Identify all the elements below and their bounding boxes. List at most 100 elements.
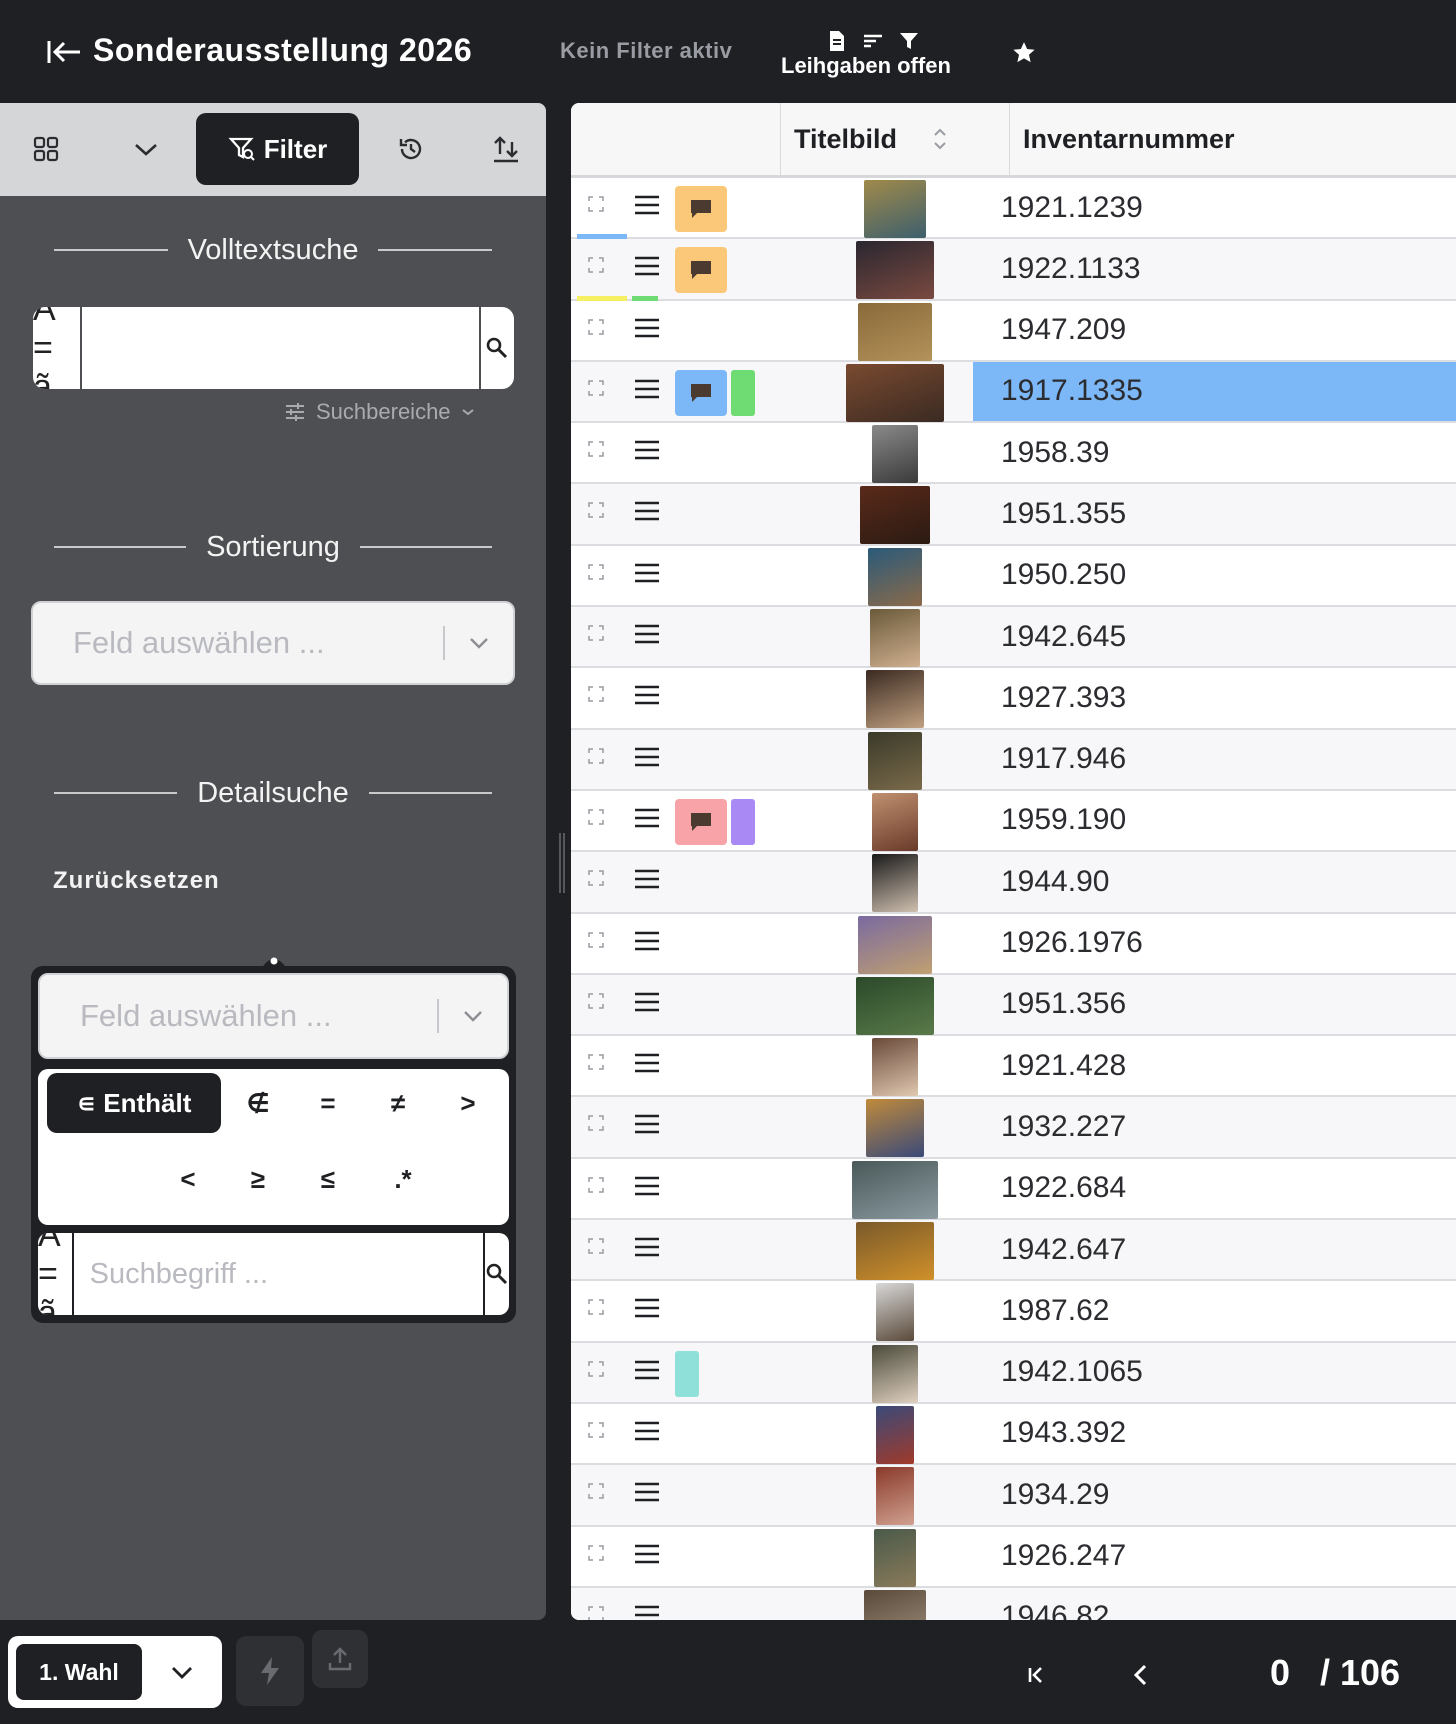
select-row-icon[interactable] — [588, 502, 604, 519]
previous-page-icon[interactable] — [1126, 1660, 1156, 1690]
inventory-number[interactable]: 1917.1335 — [973, 361, 1456, 421]
row-menu-icon[interactable] — [633, 378, 661, 400]
table-row[interactable]: 1958.39 — [571, 423, 1456, 485]
table-row[interactable]: 1927.393 — [571, 668, 1456, 730]
row-menu-icon[interactable] — [633, 930, 661, 952]
operator-less[interactable]: < — [163, 1149, 213, 1209]
column-header-inventarnummer[interactable]: Inventarnummer — [1023, 103, 1235, 175]
select-row-icon[interactable] — [588, 441, 604, 457]
table-row[interactable]: 1951.355 — [571, 484, 1456, 546]
operator-less-equal[interactable]: ≤ — [303, 1149, 353, 1209]
select-row-icon[interactable] — [588, 1115, 604, 1132]
fulltext-search-button[interactable] — [478, 307, 514, 389]
select-row-icon[interactable] — [588, 1299, 604, 1316]
table-row[interactable]: 1987.62 — [571, 1281, 1456, 1343]
view-dropdown-button[interactable] — [118, 113, 174, 185]
inventory-number[interactable]: 1951.355 — [973, 484, 1456, 543]
operator-contains[interactable]: ∊ Enthält — [47, 1073, 221, 1133]
row-menu-icon[interactable] — [633, 991, 661, 1013]
table-row[interactable]: 1926.1976 — [571, 913, 1456, 975]
row-menu-icon[interactable] — [633, 1543, 661, 1565]
detail-field-select[interactable]: Feld auswählen ... — [38, 973, 509, 1059]
inventory-number[interactable]: 1942.647 — [973, 1220, 1456, 1279]
thumbnail-image[interactable] — [874, 1528, 916, 1587]
table-row[interactable]: 1934.29 — [571, 1465, 1456, 1527]
table-row[interactable]: 1950.250 — [571, 545, 1456, 608]
inventory-number[interactable]: 1947.209 — [973, 301, 1456, 360]
row-menu-icon[interactable] — [633, 1052, 661, 1074]
accent-insensitive-toggle[interactable]: A = ã — [33, 307, 82, 389]
inventory-number[interactable]: 1922.684 — [973, 1159, 1456, 1218]
history-button[interactable] — [381, 113, 441, 185]
accent-insensitive-toggle[interactable]: A = ã — [38, 1233, 74, 1315]
select-row-icon[interactable] — [588, 380, 604, 396]
select-row-icon[interactable] — [588, 686, 604, 703]
select-row-icon[interactable] — [588, 1544, 604, 1561]
thumbnail-image[interactable] — [866, 670, 924, 729]
row-menu-icon[interactable] — [633, 562, 661, 584]
table-row[interactable]: 1921.1239 — [571, 178, 1456, 240]
select-row-icon[interactable] — [588, 1606, 604, 1620]
row-menu-icon[interactable] — [633, 194, 661, 216]
table-row[interactable]: 1932.227 — [571, 1097, 1456, 1159]
table-row[interactable]: 1922.684 — [571, 1158, 1456, 1221]
table-row[interactable]: 1943.392 — [571, 1403, 1456, 1466]
first-page-icon[interactable] — [1021, 1660, 1051, 1690]
row-menu-icon[interactable] — [633, 1113, 661, 1135]
inventory-number[interactable]: 1944.90 — [973, 852, 1456, 911]
inventory-number[interactable]: 1921.428 — [973, 1036, 1456, 1095]
thumbnail-image[interactable] — [876, 1283, 914, 1342]
thumbnail-image[interactable] — [868, 731, 922, 790]
inventory-number[interactable]: 1942.1065 — [973, 1343, 1456, 1402]
operator-not-contains[interactable]: ∉ — [233, 1073, 283, 1133]
row-menu-icon[interactable] — [633, 1175, 661, 1197]
row-menu-icon[interactable] — [633, 255, 661, 277]
table-row[interactable]: 1946.82 — [571, 1587, 1456, 1620]
inventory-number[interactable]: 1922.1133 — [973, 239, 1456, 298]
selection-dropdown[interactable]: 1. Wahl — [8, 1636, 222, 1708]
inventory-number[interactable]: 1942.645 — [973, 607, 1456, 666]
table-row[interactable]: 1944.90 — [571, 852, 1456, 914]
thumbnail-image[interactable] — [866, 1099, 924, 1158]
export-button[interactable] — [312, 1630, 368, 1688]
sort-field-select[interactable]: Feld auswählen ... — [31, 601, 515, 685]
sort-order-button[interactable] — [476, 113, 536, 185]
operator-equals[interactable]: = — [303, 1073, 353, 1133]
thumbnail-image[interactable] — [864, 180, 926, 238]
thumbnail-image[interactable] — [868, 547, 922, 606]
search-areas-toggle[interactable]: Suchbereiche — [284, 399, 475, 425]
select-row-icon[interactable] — [588, 1422, 604, 1438]
panel-resize-handle[interactable] — [558, 833, 566, 893]
operator-regex[interactable]: .* — [373, 1149, 433, 1209]
comment-badge[interactable] — [675, 186, 727, 232]
select-row-icon[interactable] — [588, 1483, 604, 1499]
favorite-star-icon[interactable] — [1011, 40, 1037, 66]
thumbnail-image[interactable] — [872, 792, 918, 851]
table-row[interactable]: 1942.1065 — [571, 1342, 1456, 1404]
select-row-icon[interactable] — [588, 196, 604, 212]
inventory-number[interactable]: 1958.39 — [973, 423, 1456, 482]
row-menu-icon[interactable] — [633, 623, 661, 645]
inventory-number[interactable]: 1959.190 — [973, 791, 1456, 850]
row-menu-icon[interactable] — [633, 807, 661, 829]
reset-button[interactable]: Zurücksetzen — [53, 867, 220, 895]
operator-not-equals[interactable]: ≠ — [373, 1073, 423, 1133]
thumbnail-image[interactable] — [872, 425, 918, 484]
table-row[interactable]: 1917.1335 — [571, 361, 1456, 424]
inventory-number[interactable]: 1921.1239 — [973, 178, 1456, 237]
comment-badge[interactable] — [675, 369, 727, 416]
table-row[interactable]: 1951.356 — [571, 974, 1456, 1037]
filter-status[interactable]: Kein Filter aktiv — [560, 38, 732, 64]
thumbnail-image[interactable] — [872, 854, 918, 913]
filter-button[interactable]: Filter — [196, 113, 359, 185]
thumbnail-image[interactable] — [860, 486, 930, 545]
row-menu-icon[interactable] — [633, 684, 661, 706]
grid-view-button[interactable] — [18, 113, 74, 185]
row-menu-icon[interactable] — [633, 1604, 661, 1620]
select-row-icon[interactable] — [588, 1177, 604, 1193]
thumbnail-image[interactable] — [858, 915, 932, 974]
inventory-number[interactable]: 1987.62 — [973, 1281, 1456, 1340]
row-menu-icon[interactable] — [633, 1359, 661, 1381]
inventory-number[interactable]: 1927.393 — [973, 668, 1456, 727]
table-row[interactable]: 1922.1133 — [571, 239, 1456, 301]
